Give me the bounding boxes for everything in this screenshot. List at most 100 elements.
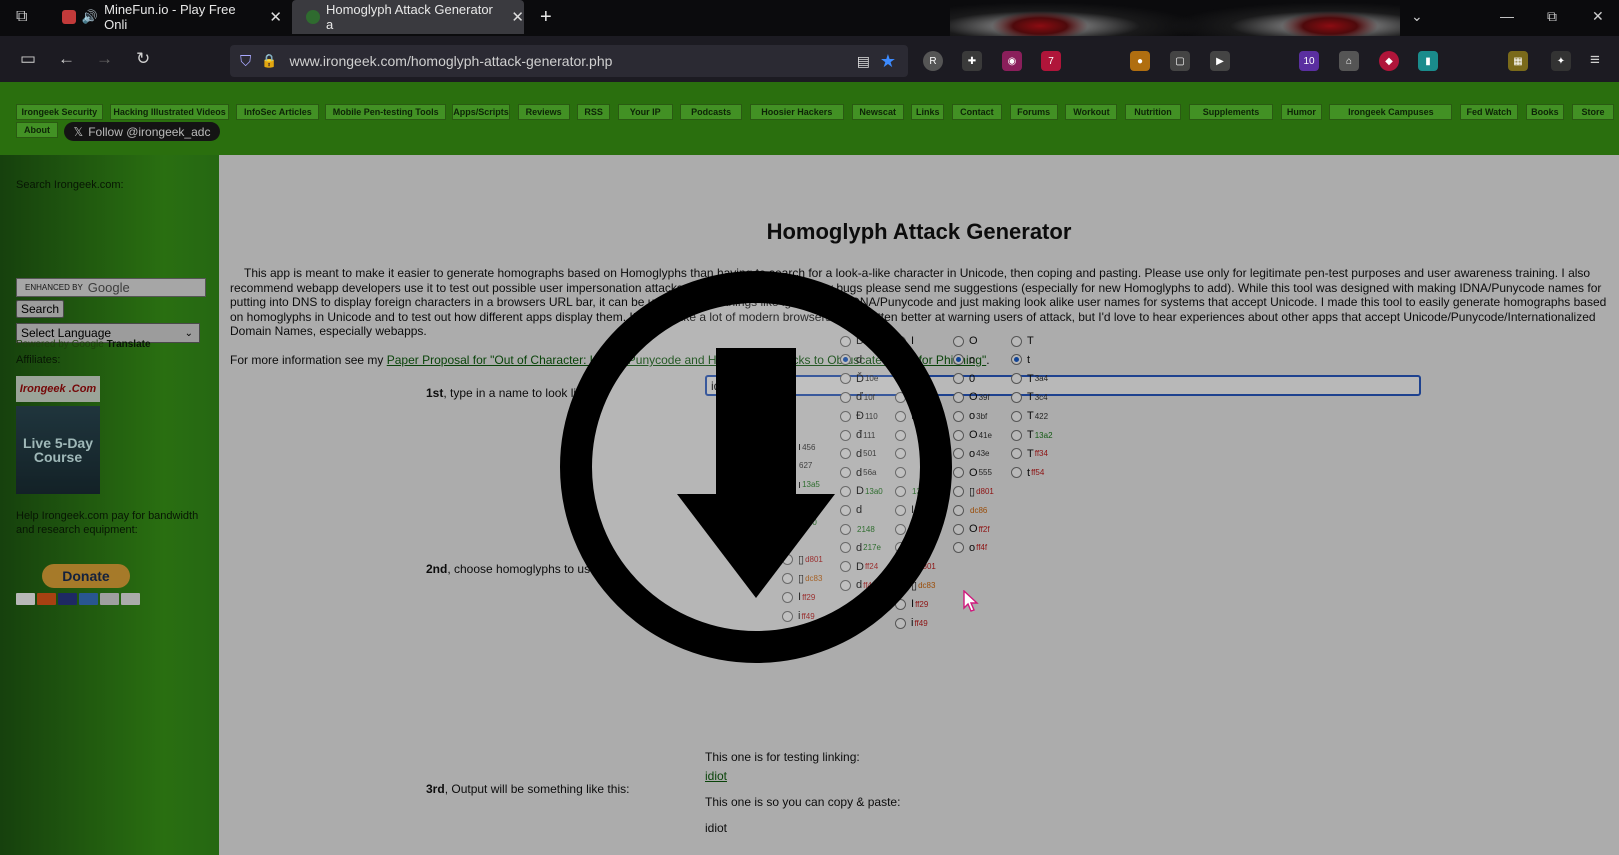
url-text[interactable]: www.irongeek.com/homoglyph-attack-genera… — [289, 53, 612, 69]
site-menu-item[interactable]: InfoSec Articles — [236, 104, 320, 120]
extension-grid-icon[interactable]: ▦ — [1508, 51, 1528, 71]
homoglyph-option[interactable]: dc86 — [953, 502, 987, 518]
extension-save-icon[interactable]: ▮ — [1418, 51, 1438, 71]
lock-icon[interactable]: 🔒 — [261, 53, 277, 69]
homoglyph-option[interactable]: O 39f — [953, 389, 990, 405]
homoglyph-option[interactable]: ▯d801 — [953, 483, 994, 499]
homoglyph-option[interactable]: T 13a2 — [1011, 427, 1053, 443]
close-tab-icon[interactable]: ✕ — [269, 8, 282, 26]
tab-minefun[interactable]: 🔊 MineFun.io - Play Free Onli ✕ — [58, 0, 282, 34]
site-menu-item[interactable]: Reviews — [517, 104, 570, 120]
close-window-icon[interactable]: ✕ — [1592, 8, 1604, 25]
site-menu-item[interactable]: Nutrition — [1125, 104, 1181, 120]
homoglyph-radio[interactable] — [1011, 429, 1022, 441]
homoglyph-option[interactable]: O 41e — [953, 427, 992, 443]
site-menu-item[interactable]: Hoosier Hackers — [749, 104, 844, 120]
extension-drop-icon[interactable]: ◆ — [1379, 51, 1399, 71]
site-menu-item[interactable]: Apps/Scripts — [452, 104, 510, 120]
url-bar[interactable]: ⛉ 🔒 www.irongeek.com/homoglyph-attack-ge… — [230, 45, 908, 77]
shield-icon[interactable]: ⛉ — [240, 53, 251, 70]
bookmark-star-icon[interactable]: ★ — [880, 51, 896, 72]
restore-icon[interactable]: ⧉ — [1547, 8, 1557, 25]
twitter-follow-button[interactable]: 𝕏 Follow @irongeek_adc — [64, 122, 220, 141]
homoglyph-char: O — [969, 335, 978, 347]
homoglyph-option[interactable]: t — [1011, 352, 1031, 368]
homoglyph-radio[interactable] — [1011, 391, 1022, 403]
new-tab-button[interactable]: + — [540, 0, 552, 34]
link-test-output[interactable]: idiot — [705, 769, 727, 783]
site-menu-item[interactable]: Irongeek Security — [16, 104, 103, 120]
extension-play-icon[interactable]: ▶ — [1210, 51, 1230, 71]
site-menu-item[interactable]: Store — [1571, 104, 1615, 120]
homoglyph-option[interactable]: 0 — [953, 371, 976, 387]
site-menu-item[interactable]: RSS — [577, 104, 611, 120]
payment-cards — [16, 593, 140, 605]
site-menu-item[interactable]: Newscat — [851, 104, 904, 120]
homoglyph-option[interactable]: T — [1011, 333, 1035, 349]
search-button[interactable]: Search — [16, 300, 64, 318]
homoglyph-char: O — [969, 429, 978, 441]
forward-arrow-icon[interactable]: → — [96, 50, 113, 68]
site-menu-item[interactable]: Your IP — [617, 104, 673, 120]
tab-overview-icon[interactable]: ⧉ — [16, 8, 27, 26]
site-menu-item[interactable]: Contact — [951, 104, 1002, 120]
site-menu-item[interactable]: Forums — [1009, 104, 1058, 120]
homoglyph-option[interactable]: Tff34 — [1011, 446, 1048, 462]
site-menu-item[interactable]: Supplements — [1188, 104, 1274, 120]
close-tab-icon[interactable]: ✕ — [511, 8, 524, 26]
back-arrow-icon[interactable]: ← — [58, 50, 75, 68]
site-menu-item[interactable]: Podcasts — [680, 104, 742, 120]
extension-r-icon[interactable]: R — [923, 51, 943, 71]
homoglyph-radio[interactable] — [1011, 354, 1022, 366]
irongeek-affiliate-banner[interactable]: Irongeek .Com — [16, 376, 100, 402]
extension-ninja-icon[interactable]: ✦ — [1551, 51, 1571, 71]
homoglyph-option[interactable]: O 555 — [953, 465, 992, 481]
homoglyph-option[interactable]: T 3a4 — [1011, 371, 1048, 387]
homoglyph-option[interactable]: Off2f — [953, 521, 990, 537]
google-search-input[interactable]: ENHANCED BY Google — [16, 278, 206, 297]
extensions-puzzle-icon[interactable]: ✚ — [962, 51, 982, 71]
extension-badge-icon[interactable]: 10 — [1299, 51, 1319, 71]
tab-homoglyph[interactable]: Homoglyph Attack Generator a ✕ — [292, 0, 524, 34]
sidebar-toggle-icon[interactable]: ▭ — [20, 50, 36, 68]
extension-ublock-icon[interactable]: 7 — [1041, 51, 1061, 71]
homoglyph-radio[interactable] — [1011, 410, 1022, 422]
site-menu-item[interactable]: About — [16, 122, 58, 138]
homoglyph-char: T — [1027, 410, 1034, 423]
site-menu-item[interactable]: Workout — [1065, 104, 1118, 120]
extension-bank-icon[interactable]: ⌂ — [1339, 51, 1359, 71]
extension-cookie-icon[interactable]: ● — [1130, 51, 1150, 71]
affiliates-label: Affiliates: — [16, 354, 61, 366]
homoglyph-option[interactable]: T 422 — [1011, 408, 1048, 424]
donate-button[interactable]: Donate — [42, 564, 130, 588]
menu-hamburger-icon[interactable]: ≡ — [1590, 51, 1600, 69]
site-menu-item[interactable]: Irongeek Campuses — [1329, 104, 1453, 120]
copy-paste-output[interactable]: idiot — [705, 821, 727, 835]
reload-icon[interactable]: ↻ — [136, 50, 150, 68]
homoglyph-option[interactable]: T 3c4 — [1011, 389, 1048, 405]
homoglyph-option[interactable]: O — [953, 333, 979, 349]
extension-box-icon[interactable]: ▢ — [1170, 51, 1190, 71]
live-course-affiliate-banner[interactable]: Live 5-Day Course — [16, 406, 100, 494]
site-menu-item[interactable]: Mobile Pen-testing Tools — [325, 104, 447, 120]
homoglyph-option[interactable]: o ff4f — [953, 540, 987, 556]
homoglyph-option[interactable]: t ff54 — [1011, 465, 1044, 481]
site-menu-item[interactable]: Books — [1525, 104, 1565, 120]
homoglyph-radio[interactable] — [1011, 467, 1022, 479]
reader-view-icon[interactable]: ▤ — [857, 53, 870, 70]
site-menu-item[interactable]: Humor — [1281, 104, 1322, 120]
extension-mask-icon[interactable]: ◉ — [1002, 51, 1022, 71]
homoglyph-option[interactable]: o 3bf — [953, 408, 987, 424]
list-tabs-chevron-down-icon[interactable]: ⌄ — [1411, 8, 1423, 25]
homoglyph-option[interactable]: o 43e — [953, 446, 989, 462]
homoglyph-radio[interactable] — [1011, 373, 1022, 385]
speaker-icon[interactable]: 🔊 — [82, 9, 98, 25]
site-menu-item[interactable]: Fed Watch — [1460, 104, 1518, 120]
site-menu-item[interactable]: Hacking Illustrated Videos — [110, 104, 229, 120]
homoglyph-radio[interactable] — [1011, 448, 1022, 460]
homoglyph-option[interactable]: o — [953, 352, 976, 368]
google-translate-credit[interactable]: Powered by Google Translate — [16, 339, 151, 350]
homoglyph-radio[interactable] — [1011, 335, 1022, 347]
minimize-icon[interactable]: — — [1500, 8, 1514, 24]
site-menu-item[interactable]: Links — [911, 104, 945, 120]
